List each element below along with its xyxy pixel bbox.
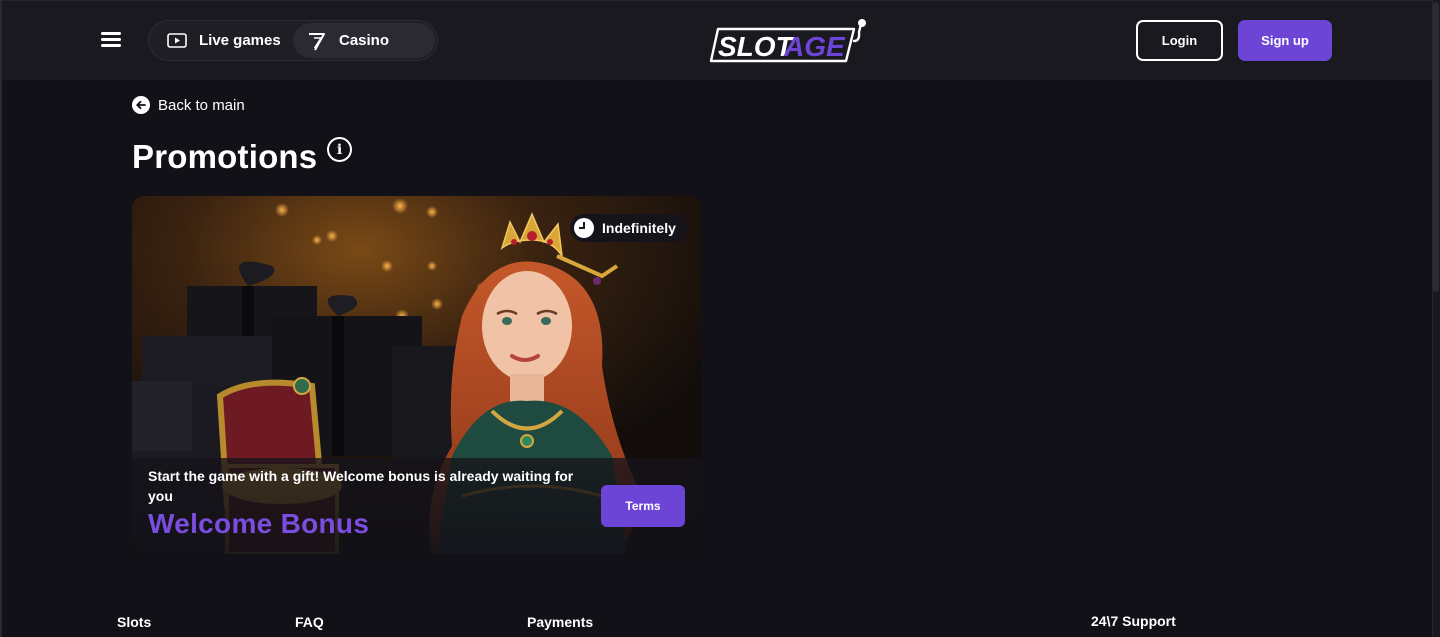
footer-heading-support[interactable]: 24\7 Support <box>1091 613 1176 629</box>
logo-text-age: AGE <box>783 31 846 62</box>
footer-heading-slots[interactable]: Slots <box>117 614 151 630</box>
window-edge <box>0 0 2 637</box>
back-to-main-link[interactable]: Back to main <box>132 96 245 114</box>
promo-title: Welcome Bonus <box>148 508 370 539</box>
tab-live-games[interactable]: Live games <box>153 23 293 58</box>
slotage-logo[interactable]: SLOT AGE <box>708 18 870 64</box>
info-icon[interactable]: i <box>327 137 352 162</box>
tab-casino[interactable]: Casino <box>293 23 435 58</box>
terms-button[interactable]: Terms <box>601 485 685 527</box>
promo-description: Start the game with a gift! Welcome bonu… <box>148 468 574 504</box>
tab-live-games-label: Live games <box>199 32 281 49</box>
scrollbar[interactable] <box>1432 0 1440 637</box>
hamburger-menu-icon[interactable] <box>101 30 123 50</box>
signup-button[interactable]: Sign up <box>1238 20 1332 61</box>
tab-casino-label: Casino <box>339 32 390 49</box>
footer-heading-faq[interactable]: FAQ <box>295 614 324 630</box>
top-header: Live games Casino SLOT AGE Login Sign up <box>2 0 1432 80</box>
play-screen-icon <box>167 33 187 48</box>
page-title: Promotions <box>132 138 318 175</box>
footer-heading-payments[interactable]: Payments <box>527 614 593 630</box>
back-to-main-label: Back to main <box>158 96 245 114</box>
arrow-left-icon <box>132 96 150 114</box>
mode-switch: Live games Casino <box>148 20 438 61</box>
duration-label: Indefinitely <box>602 220 676 236</box>
login-button[interactable]: Login <box>1136 20 1223 61</box>
seven-slot-icon <box>307 31 327 51</box>
duration-badge: Indefinitely <box>570 214 688 242</box>
promo-card[interactable]: Indefinitely Start the game with a gift!… <box>132 196 701 554</box>
clock-icon <box>574 218 594 238</box>
scrollbar-thumb[interactable] <box>1433 2 1439 292</box>
